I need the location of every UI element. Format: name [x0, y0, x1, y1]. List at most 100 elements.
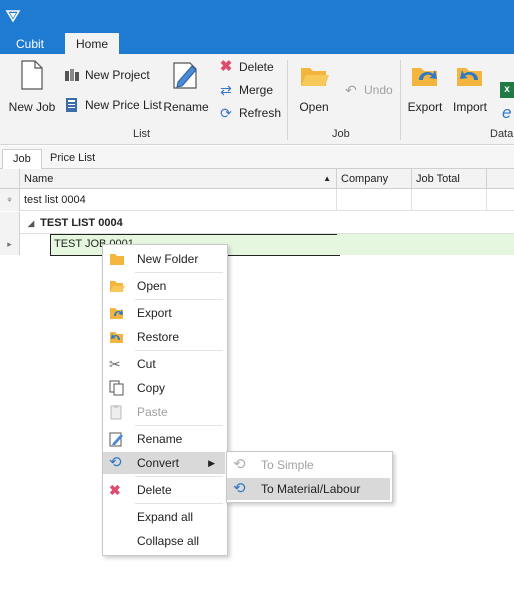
menu-item-cut[interactable]: ✂ Cut: [103, 353, 225, 375]
folder-icon: [109, 251, 125, 267]
tab-job[interactable]: Job: [2, 149, 42, 169]
row-indicator-header: [0, 169, 20, 189]
current-row-indicator-icon: ▸: [0, 234, 20, 255]
menu-label: To Material/Labour: [261, 482, 361, 496]
menu-label: Copy: [137, 381, 166, 395]
column-header-blank: [487, 169, 514, 189]
menu-label: To Simple: [261, 458, 314, 472]
filter-company-input[interactable]: [337, 189, 412, 211]
menu-item-collapse-all[interactable]: Collapse all: [103, 530, 225, 552]
rename-icon: [109, 431, 125, 447]
project-icon: [65, 69, 79, 81]
export-folder-icon: [412, 68, 437, 86]
filter-name-input[interactable]: test list 0004: [20, 189, 337, 211]
import-folder-icon: [457, 68, 482, 86]
menu-item-expand-all[interactable]: Expand all: [103, 506, 225, 528]
new-price-list-label: New Price List: [85, 98, 162, 112]
menu-separator: [135, 503, 223, 504]
tab-cubit[interactable]: Cubit: [6, 35, 54, 54]
context-menu: New Folder Open Export Restore ✂ Cut Cop…: [102, 244, 228, 556]
convert-icon: ⟲: [233, 456, 246, 473]
refresh-label: Refresh: [239, 106, 282, 120]
menu-item-new-folder[interactable]: New Folder: [103, 248, 225, 270]
refresh-icon: ⟳: [220, 105, 232, 121]
undo-button[interactable]: ↶ Undo: [343, 80, 393, 100]
menu-label: Collapse all: [137, 534, 200, 548]
sort-ascending-icon: ▲: [323, 174, 331, 183]
group-label-data: Data: [490, 128, 514, 140]
menu-item-open[interactable]: Open: [103, 275, 225, 297]
menu-label: Export: [137, 306, 172, 320]
blank-icon: [109, 509, 125, 525]
app-logo-icon[interactable]: [5, 8, 21, 24]
menu-item-copy[interactable]: Copy: [103, 377, 225, 399]
undo-icon: ↶: [345, 82, 357, 98]
delete-x-icon: ✖: [219, 58, 233, 75]
new-job-label: New Job: [8, 100, 56, 114]
job-grid: Name ▲ Company Job Total ᵠ test list 000…: [0, 169, 514, 259]
excel-icon[interactable]: x: [500, 82, 514, 98]
menu-item-export[interactable]: Export: [103, 302, 225, 324]
scissors-icon: ✂: [109, 356, 121, 372]
menu-item-paste[interactable]: Paste: [103, 401, 225, 423]
menu-label: Convert: [137, 456, 180, 470]
delete-label: Delete: [239, 60, 274, 74]
ribbon-tab-strip: Cubit Home: [0, 33, 514, 54]
menu-item-delete[interactable]: ✖ Delete: [103, 479, 225, 501]
menu-label: Restore: [137, 330, 180, 344]
menu-separator: [135, 425, 223, 426]
merge-label: Merge: [239, 83, 274, 97]
folder-open-icon: [109, 278, 125, 294]
menu-item-restore[interactable]: Restore: [103, 326, 225, 348]
filter-blank: [487, 189, 514, 211]
menu-item-rename[interactable]: Rename: [103, 428, 225, 450]
open-label: Open: [299, 100, 329, 114]
group-label-list: List: [133, 128, 151, 140]
import-button[interactable]: Import: [444, 58, 496, 118]
row-indicator: [0, 212, 20, 234]
menu-separator: [135, 350, 223, 351]
open-button[interactable]: Open: [288, 58, 340, 118]
restore-icon: [109, 329, 125, 345]
submenu-arrow-icon: ▶: [208, 457, 215, 468]
refresh-button[interactable]: ⟳ Refresh: [218, 103, 281, 123]
indent-spacer: [20, 234, 50, 255]
column-header-job-total[interactable]: Job Total: [412, 169, 487, 189]
paste-icon: [109, 404, 125, 420]
undo-label: Undo: [364, 83, 393, 97]
menu-separator: [135, 476, 223, 477]
new-price-list-button[interactable]: New Price List: [64, 95, 162, 115]
group-row-label: TEST LIST 0004: [40, 217, 123, 229]
merge-button[interactable]: ⇄ Merge: [218, 80, 273, 100]
filter-job-total-input[interactable]: [412, 189, 487, 211]
convert-icon: ⟲: [109, 454, 122, 471]
collapse-triangle-icon[interactable]: ◢: [28, 219, 34, 228]
tab-price-list[interactable]: Price List: [40, 149, 105, 168]
tab-home[interactable]: Home: [65, 33, 119, 54]
column-header-company[interactable]: Company: [337, 169, 412, 189]
rename-label: Rename: [163, 100, 209, 114]
menu-label: Cut: [137, 357, 156, 371]
edge-icon[interactable]: e: [502, 103, 511, 123]
new-job-button[interactable]: New Job: [6, 58, 58, 118]
rename-button[interactable]: Rename: [160, 58, 212, 118]
menu-item-convert[interactable]: ⟲ Convert ▶: [103, 452, 225, 474]
menu-label: Expand all: [137, 510, 194, 524]
menu-label: Open: [137, 279, 167, 293]
title-bar: [0, 0, 514, 33]
export-icon: [109, 305, 125, 321]
group-row[interactable]: ◢ TEST LIST 0004: [20, 212, 514, 234]
new-project-button[interactable]: New Project: [64, 65, 150, 85]
submenu-item-to-simple[interactable]: ⟲ To Simple: [227, 454, 390, 476]
job-total-cell[interactable]: [412, 234, 488, 255]
ribbon: New Job New Project New Price List Renam…: [0, 54, 514, 145]
company-cell[interactable]: [337, 234, 413, 255]
submenu-item-to-material-labour[interactable]: ⟲ To Material/Labour: [227, 478, 390, 500]
menu-label: New Folder: [137, 252, 199, 266]
delete-x-icon: ✖: [109, 482, 121, 498]
delete-button[interactable]: ✖ Delete: [218, 57, 274, 77]
column-name-label: Name: [24, 173, 54, 185]
group-label-job: Job: [332, 128, 350, 140]
new-project-label: New Project: [85, 68, 150, 82]
column-header-name[interactable]: Name ▲: [20, 169, 337, 189]
